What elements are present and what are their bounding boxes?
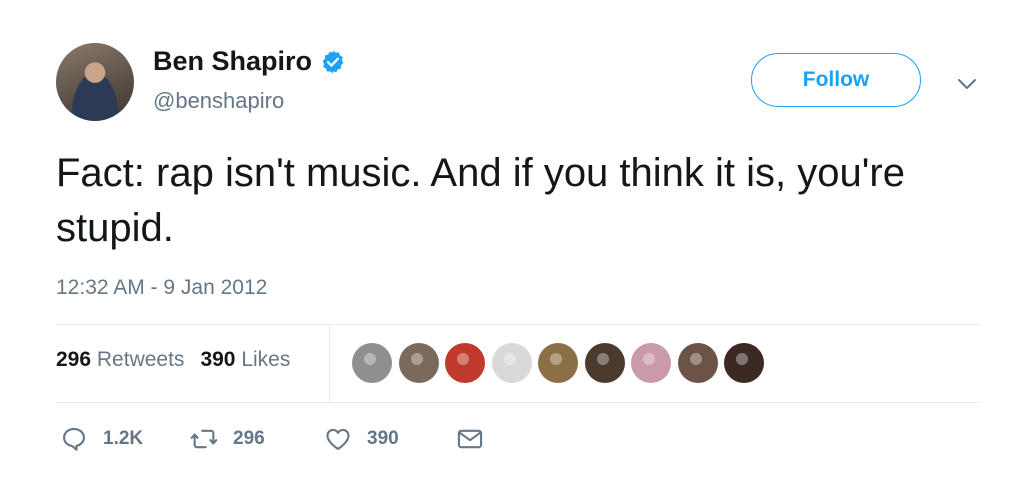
liker-avatar[interactable] [584, 343, 625, 383]
retweets-stat-count: 296 [56, 348, 92, 371]
liker-avatar[interactable] [445, 343, 485, 383]
likes-stat[interactable]: 390 Likes [200, 348, 290, 372]
tweet-actions: 1.2K 296 390 [60, 425, 484, 453]
tweet-timestamp[interactable]: 12:32 AM - 9 Jan 2012 [56, 276, 267, 300]
likers-avatar-list [352, 343, 771, 383]
likes-stat-label: Likes [241, 348, 291, 371]
reply-action[interactable]: 1.2K [60, 425, 190, 453]
liker-avatar[interactable] [538, 343, 578, 383]
chevron-down-icon[interactable] [955, 72, 979, 96]
retweet-icon [190, 429, 218, 449]
retweets-stat-label: Retweets [96, 348, 185, 371]
verified-badge-icon [322, 50, 344, 73]
direct-message-action[interactable] [456, 425, 484, 453]
tweet-text: Fact: rap isn't music. And if you think … [56, 151, 905, 250]
like-count: 390 [367, 428, 399, 449]
author-handle[interactable]: @benshapiro [153, 88, 284, 114]
liker-avatar[interactable] [352, 343, 392, 383]
liker-avatar[interactable] [631, 343, 671, 383]
liker-avatar[interactable] [677, 343, 718, 383]
engagement-stats: 296 Retweets 390 Likes [56, 348, 306, 372]
liker-avatar[interactable] [398, 343, 439, 383]
stats-separator [329, 325, 330, 402]
author-display-name[interactable]: Ben Shapiro [153, 46, 312, 77]
retweets-stat[interactable]: 296 Retweets [56, 348, 184, 372]
reply-count: 1.2K [103, 428, 144, 449]
retweet-action[interactable]: 296 [190, 425, 324, 453]
reply-icon [63, 428, 85, 451]
likes-stat-count: 390 [200, 348, 236, 371]
divider-top [56, 324, 980, 325]
heart-icon [326, 428, 350, 450]
divider-bottom [56, 402, 980, 403]
author-name-row: Ben Shapiro [153, 46, 346, 77]
liker-avatar[interactable] [491, 343, 532, 383]
author-avatar[interactable] [56, 43, 134, 121]
follow-button[interactable]: Follow [751, 53, 921, 107]
like-action[interactable]: 390 [324, 425, 456, 453]
liker-avatar[interactable] [724, 343, 764, 383]
retweet-count: 296 [233, 428, 265, 449]
envelope-icon [457, 429, 483, 449]
